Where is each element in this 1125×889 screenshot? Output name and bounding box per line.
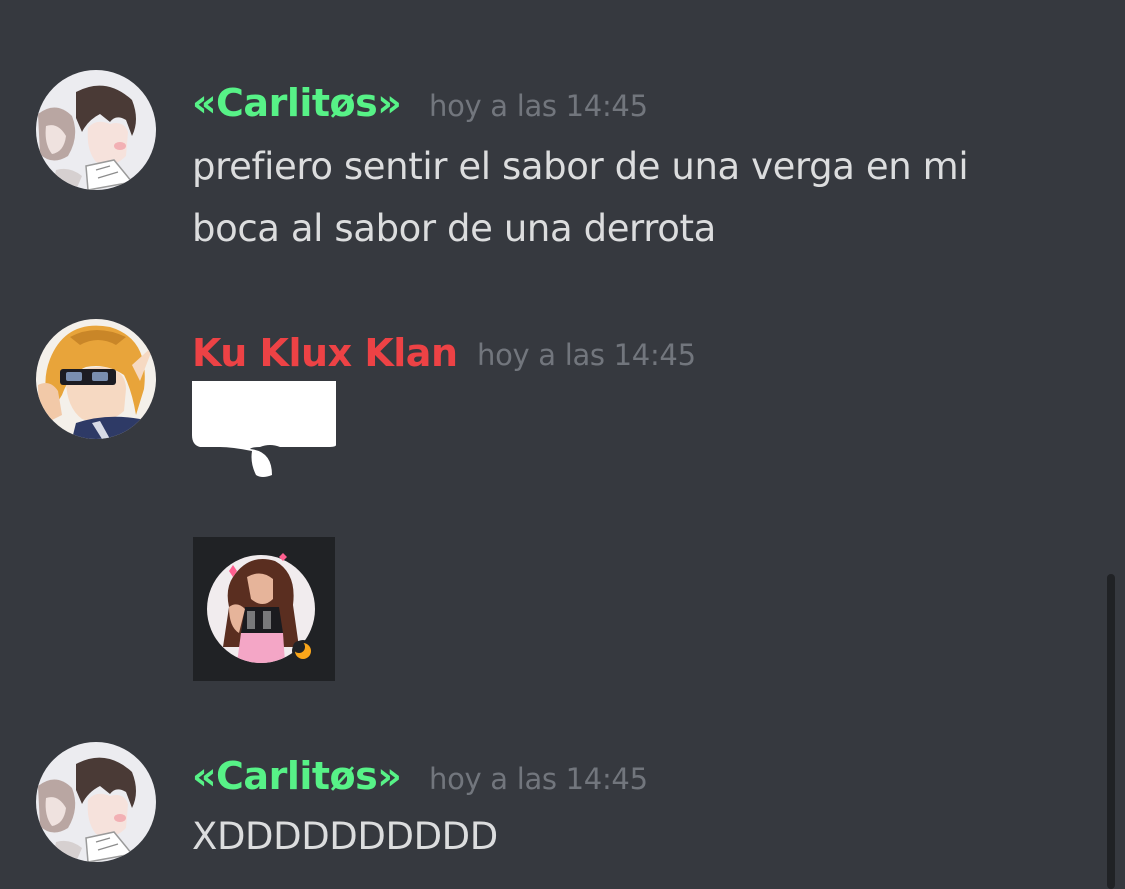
avatar-image	[36, 70, 156, 190]
avatar-image	[36, 742, 156, 862]
message-content: XDDDDDDDDDD	[192, 815, 498, 858]
username[interactable]: Ku Klux Klan	[192, 330, 458, 376]
username[interactable]: «Carlitøs»	[192, 753, 402, 799]
timestamp: hoy a las 14:45	[429, 89, 648, 123]
timestamp: hoy a las 14:45	[429, 762, 648, 796]
speech-bubble-icon	[192, 381, 336, 477]
user-avatar[interactable]	[36, 319, 156, 439]
scrollbar[interactable]	[1107, 574, 1115, 889]
user-avatar[interactable]	[36, 70, 156, 190]
speech-bubble-sticker[interactable]	[192, 381, 338, 479]
timestamp: hoy a las 14:45	[477, 338, 696, 372]
profile-picture-image[interactable]	[193, 537, 335, 681]
chat-messages: «Carlitøs» hoy a las 14:45 prefiero sent…	[0, 0, 1125, 889]
user-avatar[interactable]	[36, 742, 156, 862]
avatar-image	[36, 319, 156, 439]
message-content: prefiero sentir el sabor de una verga en…	[192, 145, 969, 250]
image-attachment	[193, 537, 335, 681]
username[interactable]: «Carlitøs»	[192, 80, 402, 126]
